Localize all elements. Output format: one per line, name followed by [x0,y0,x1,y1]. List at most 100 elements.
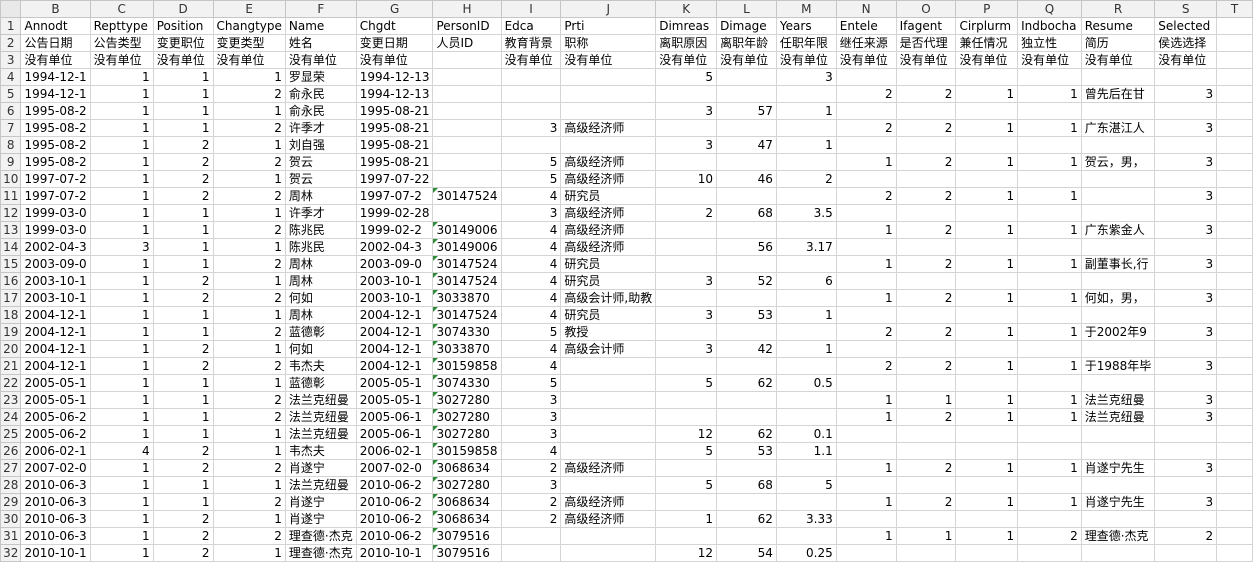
cell-j[interactable] [560,391,657,409]
cell-l[interactable]: 47 [716,136,777,154]
cell-n[interactable] [835,102,897,120]
row-number[interactable]: 3 [0,51,22,69]
cell-b[interactable]: 1994-12-1 [20,68,91,86]
cell-r[interactable] [1080,170,1156,188]
cell-r[interactable] [1080,272,1156,290]
cell-f[interactable]: 法兰克纽曼 [284,476,357,494]
cell-n[interactable]: 2 [835,187,897,205]
cell-h[interactable]: 30159858 [432,442,502,460]
cell-t[interactable] [1216,68,1253,86]
cell-m[interactable]: 任职年限 [775,34,837,52]
cell-s[interactable]: 3 [1154,187,1218,205]
cell-l[interactable] [716,68,777,86]
cell-f[interactable]: 周林 [284,272,357,290]
cell-c[interactable]: 1 [89,476,154,494]
cell-f[interactable]: 刘自强 [284,136,357,154]
cell-h[interactable]: 3027280 [432,408,502,426]
cell-j[interactable]: 高级会计师 [560,340,657,358]
cell-k[interactable] [655,289,718,307]
cell-d[interactable]: 2 [152,357,214,375]
cell-f[interactable]: 肖遂宁 [284,493,357,511]
cell-t[interactable] [1216,323,1253,341]
column-header-q[interactable]: Q [1017,0,1082,18]
cell-e[interactable]: 1 [212,238,286,256]
cell-h[interactable]: 30147524 [432,255,502,273]
cell-p[interactable] [955,544,1019,562]
cell-s[interactable] [1154,102,1218,120]
cell-s[interactable] [1154,238,1218,256]
row-number[interactable]: 11 [0,187,22,205]
cell-d[interactable]: 1 [152,68,214,86]
cell-k[interactable]: 3 [655,272,718,290]
cell-l[interactable]: 62 [716,510,777,528]
cell-d[interactable]: 1 [152,323,214,341]
cell-m[interactable] [775,221,837,239]
cell-r[interactable] [1080,68,1156,86]
cell-p[interactable] [955,306,1019,324]
cell-c[interactable]: 1 [89,170,154,188]
cell-q[interactable] [1017,425,1082,443]
column-header-j[interactable]: J [560,0,657,18]
cell-j[interactable]: 高级经济师 [560,510,657,528]
cell-f[interactable]: Name [284,17,357,35]
cell-o[interactable] [895,476,957,494]
cell-g[interactable]: 变更日期 [355,34,434,52]
cell-t[interactable] [1216,238,1253,256]
cell-b[interactable]: 1999-03-0 [20,221,91,239]
cell-e[interactable]: 2 [212,408,286,426]
cell-i[interactable]: 3 [500,119,562,137]
cell-d[interactable]: 2 [152,459,214,477]
cell-b[interactable]: 1997-07-2 [20,187,91,205]
cell-g[interactable]: 2005-06-1 [355,408,434,426]
cell-j[interactable]: 研究员 [560,272,657,290]
cell-f[interactable]: 何如 [284,289,357,307]
cell-o[interactable] [895,306,957,324]
row-number[interactable]: 14 [0,238,22,256]
cell-m[interactable] [775,153,837,171]
cell-c[interactable]: 没有单位 [89,51,154,69]
cell-d[interactable]: 1 [152,374,214,392]
cell-j[interactable] [560,527,657,545]
cell-j[interactable] [560,374,657,392]
cell-s[interactable]: 没有单位 [1154,51,1218,69]
cell-n[interactable] [835,340,897,358]
row-number[interactable]: 32 [0,544,22,562]
cell-c[interactable]: 1 [89,374,154,392]
cell-g[interactable]: 2010-06-2 [355,527,434,545]
cell-k[interactable]: 10 [655,170,718,188]
cell-q[interactable]: 1 [1017,357,1082,375]
cell-h[interactable]: 30147524 [432,272,502,290]
cell-b[interactable]: 2002-04-3 [20,238,91,256]
cell-h[interactable]: 30147524 [432,187,502,205]
cell-p[interactable] [955,374,1019,392]
cell-m[interactable] [775,527,837,545]
cell-q[interactable]: 1 [1017,408,1082,426]
cell-r[interactable] [1080,204,1156,222]
cell-e[interactable]: 1 [212,476,286,494]
cell-d[interactable]: 没有单位 [152,51,214,69]
cell-n[interactable] [835,442,897,460]
cell-k[interactable]: Dimreas [655,17,718,35]
row-number[interactable]: 29 [0,493,22,511]
cell-q[interactable]: Indbocha [1017,17,1082,35]
column-header-n[interactable]: N [835,0,897,18]
cell-r[interactable] [1080,306,1156,324]
cell-h[interactable]: 3079516 [432,527,502,545]
cell-o[interactable]: 2 [895,459,957,477]
column-header-b[interactable]: B [20,0,91,18]
cell-c[interactable]: 1 [89,306,154,324]
row-number[interactable]: 2 [0,34,22,52]
cell-q[interactable] [1017,510,1082,528]
cell-c[interactable]: 1 [89,289,154,307]
cell-o[interactable] [895,238,957,256]
cell-e[interactable]: 1 [212,170,286,188]
cell-c[interactable]: 1 [89,527,154,545]
cell-s[interactable]: 3 [1154,153,1218,171]
cell-e[interactable]: 1 [212,425,286,443]
cell-l[interactable]: Dimage [716,17,777,35]
cell-f[interactable]: 蓝德彰 [284,374,357,392]
cell-o[interactable]: 2 [895,85,957,103]
cell-f[interactable]: 法兰克纽曼 [284,391,357,409]
cell-t[interactable] [1216,527,1253,545]
row-number[interactable]: 4 [0,68,22,86]
